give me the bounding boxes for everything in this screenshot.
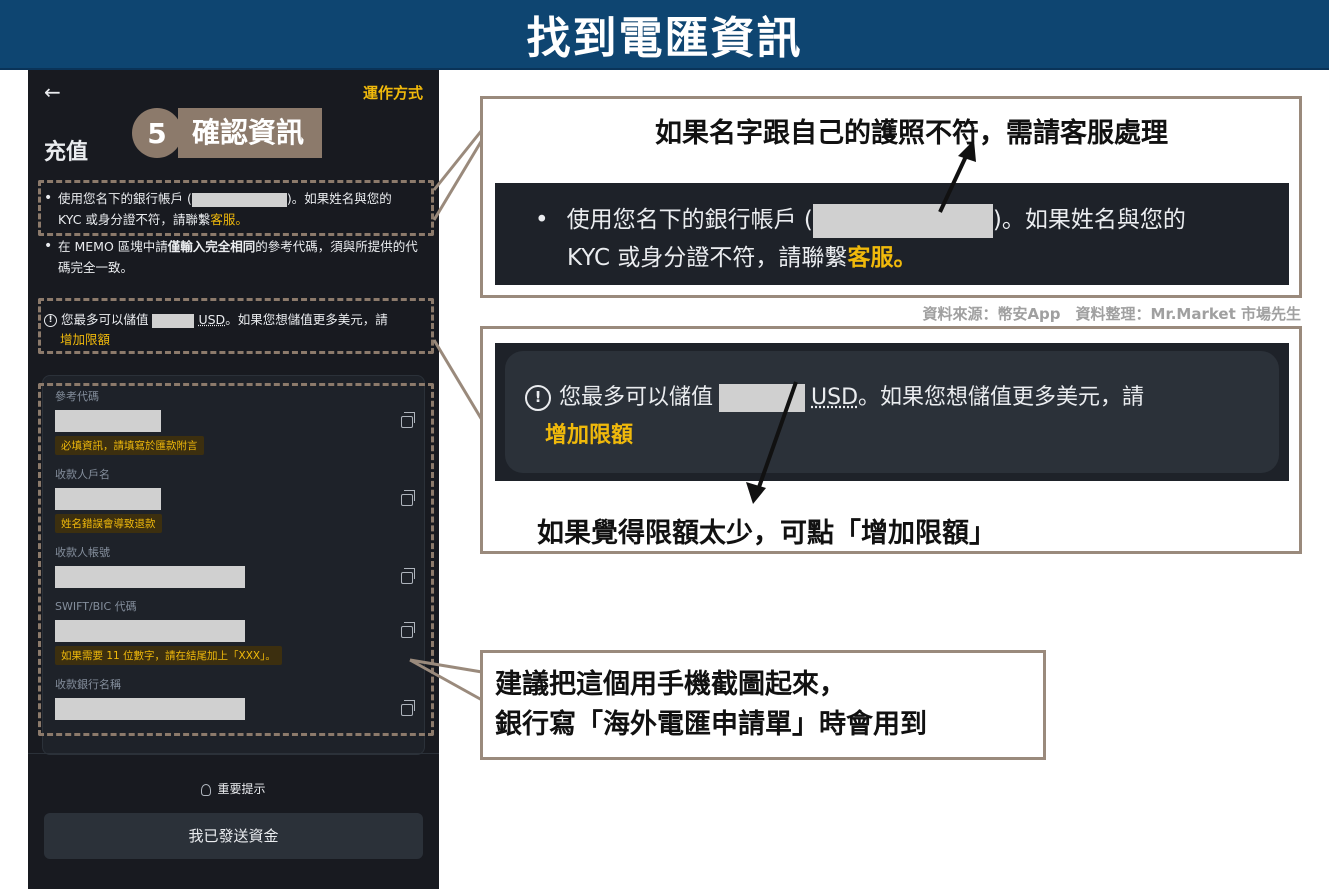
callout-note: 如果名字跟自己的護照不符，需請客服處理 (655, 118, 1168, 149)
redacted-name (812, 203, 993, 238)
highlight-box-limit (38, 298, 434, 354)
zoomed-limit: ! 您最多可以儲值 USD。如果您想儲值更多美元，請 增加限額 (495, 343, 1289, 481)
list-item: • 在 MEMO 區塊中請僅輸入完全相同的參考代碼，須與所提供的代碼完全一致。 (44, 238, 418, 275)
step-number: 5 (132, 108, 182, 158)
zoomed-bullet: • 使用您名下的銀行帳戶 ()。如果姓名與您的 KYC 或身分證不符，請聯繫客服。 (495, 183, 1289, 285)
highlight-box-details (38, 383, 434, 736)
deposit-title: 充值 (44, 140, 89, 165)
divider (28, 753, 439, 754)
back-arrow-icon[interactable]: ← (44, 80, 61, 104)
callout-deposit-limit: ! 您最多可以儲值 USD。如果您想儲值更多美元，請 增加限額 如果覺得限額太少，可… (480, 326, 1302, 554)
funds-sent-button[interactable]: 我已發送資金 (44, 813, 423, 859)
info-icon: ! (525, 385, 551, 411)
callout-note: 如果覺得限額太少，可點「增加限額」 (537, 518, 996, 549)
data-source: 資料來源：幣安App 資料整理：Mr.Market 市場先生 (922, 305, 1301, 323)
step-badge: 5 確認資訊 (132, 108, 323, 158)
how-it-works-link[interactable]: 運作方式 (363, 82, 423, 103)
callout-screenshot-tip: 建議把這個用手機截圖起來， 銀行寫「海外電匯申請單」時會用到 (480, 650, 1046, 760)
important-tip[interactable]: 重要提示 (28, 780, 439, 797)
step-label: 確認資訊 (178, 108, 323, 158)
title-banner: 找到電匯資訊 (0, 0, 1329, 70)
page-title: 找到電匯資訊 (526, 13, 803, 64)
redacted-amount (719, 384, 806, 412)
highlight-box-bank-account (38, 180, 434, 236)
callout-name-mismatch: 如果名字跟自己的護照不符，需請客服處理 • 使用您名下的銀行帳戶 ()。如果姓名與… (480, 96, 1302, 298)
lightbulb-icon (201, 783, 212, 796)
